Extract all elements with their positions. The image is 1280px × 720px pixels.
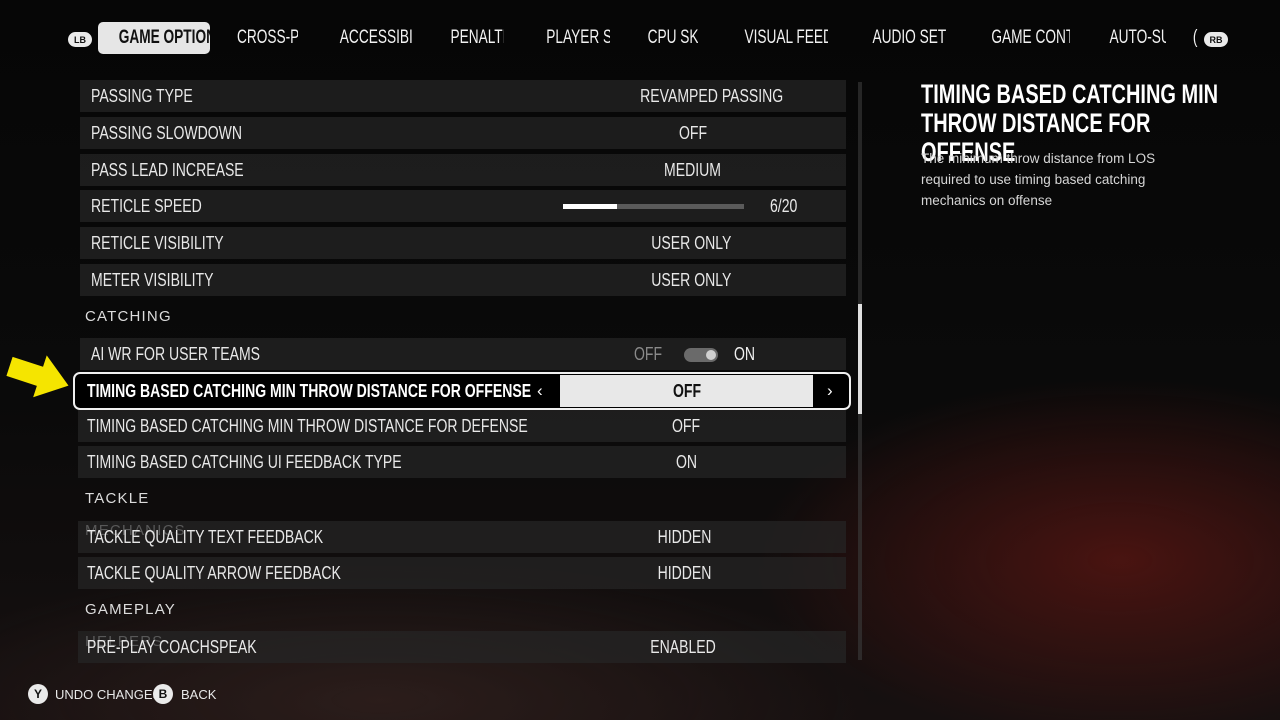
lb-bumper-icon[interactable]: LB	[68, 32, 92, 47]
list-scrollbar[interactable]	[858, 82, 862, 660]
setting-value: OFF	[560, 375, 813, 407]
tab-cpu-skill[interactable]: CPU SKILL	[634, 22, 698, 54]
setting-value: HIDDEN	[658, 563, 712, 583]
tab-cross-play[interactable]: CROSS-PLAY	[220, 22, 298, 54]
setting-label: TACKLE QUALITY ARROW FEEDBACK	[87, 563, 341, 583]
setting-row-ai-wr[interactable]: AI WR FOR USER TEAMS OFF ON	[80, 338, 846, 370]
setting-label: TIMING BASED CATCHING MIN THROW DISTANCE…	[87, 381, 532, 401]
setting-value: ON	[675, 452, 697, 472]
tab-visual-feedback[interactable]: VISUAL FEEDBACK	[720, 22, 828, 54]
setting-value: REVAMPED PASSING	[640, 86, 784, 106]
tab-game-controls[interactable]: GAME CONTROLS	[968, 22, 1070, 54]
tab-overflow[interactable]: (	[1188, 22, 1202, 54]
setting-row-tbc-defense[interactable]: TIMING BASED CATCHING MIN THROW DISTANCE…	[78, 410, 846, 442]
detail-description: The minimum throw distance from LOS requ…	[921, 151, 1156, 208]
section-header-gameplay-helpers: GAMEPLAY HELPERS	[85, 601, 176, 650]
setting-label: PRE-PLAY COACHSPEAK	[87, 637, 257, 657]
toggle-knob	[706, 350, 716, 360]
section-header-catching: CATCHING	[85, 308, 172, 325]
setting-row-pass-lead-increase[interactable]: PASS LEAD INCREASE MEDIUM	[80, 154, 846, 186]
setting-value: USER ONLY	[650, 233, 732, 253]
setting-row-tbc-offense-selected[interactable]: TIMING BASED CATCHING MIN THROW DISTANCE…	[73, 372, 851, 410]
setting-label: PASS LEAD INCREASE	[91, 160, 244, 180]
b-button-icon[interactable]: B	[153, 684, 173, 704]
setting-row-tbc-ui-feedback[interactable]: TIMING BASED CATCHING UI FEEDBACK TYPE O…	[78, 446, 846, 478]
setting-row-meter-visibility[interactable]: METER VISIBILITY USER ONLY	[80, 264, 846, 296]
tab-game-options[interactable]: GAME OPTIONS	[98, 22, 210, 54]
back-label[interactable]: BACK	[181, 687, 216, 702]
tab-auto-subs[interactable]: AUTO-SUBS	[1094, 22, 1166, 54]
rb-bumper-icon[interactable]: RB	[1204, 32, 1228, 47]
top-nav: LB GAME OPTIONS CROSS-PLAY ACCESSIBILITY…	[0, 22, 1280, 56]
setting-row-tackle-arrow-feedback[interactable]: TACKLE QUALITY ARROW FEEDBACK HIDDEN	[78, 557, 846, 589]
ai-wr-toggle[interactable]: OFF ON	[634, 338, 764, 370]
setting-label: TIMING BASED CATCHING UI FEEDBACK TYPE	[87, 452, 402, 472]
toggle-track	[684, 348, 718, 362]
setting-label: AI WR FOR USER TEAMS	[91, 344, 261, 364]
tab-player-skill[interactable]: PLAYER SKILL	[528, 22, 610, 54]
y-button-icon[interactable]: Y	[28, 684, 48, 704]
tab-audio-settings[interactable]: AUDIO SETTINGS	[850, 22, 946, 54]
tab-accessibility[interactable]: ACCESSIBILITY	[320, 22, 412, 54]
setting-label: PASSING TYPE	[91, 86, 193, 106]
yellow-arrow-icon	[6, 355, 69, 398]
setting-label: RETICLE SPEED	[91, 196, 202, 216]
section-header-tackle-mechanics: TACKLE MECHANICS	[85, 490, 185, 539]
slider-fill	[563, 204, 618, 209]
setting-value: ENABLED	[650, 637, 716, 657]
setting-label: METER VISIBILITY	[91, 270, 214, 290]
setting-label: TIMING BASED CATCHING MIN THROW DISTANCE…	[87, 416, 528, 436]
setting-value: HIDDEN	[658, 527, 712, 547]
chevron-left-icon[interactable]: ‹	[537, 374, 543, 408]
scrollbar-thumb[interactable]	[858, 304, 862, 414]
setting-row-tackle-text-feedback[interactable]: TACKLE QUALITY TEXT FEEDBACK HIDDEN	[78, 521, 846, 553]
setting-value: OFF	[671, 416, 701, 436]
undo-changes-label[interactable]: UNDO CHANGES	[55, 687, 161, 702]
setting-label: RETICLE VISIBILITY	[91, 233, 224, 253]
setting-row-reticle-speed[interactable]: RETICLE SPEED 6/20	[80, 190, 846, 222]
setting-value: USER ONLY	[650, 270, 732, 290]
toggle-on-label: ON	[734, 344, 756, 364]
setting-label: PASSING SLOWDOWN	[91, 123, 243, 143]
setting-row-passing-type[interactable]: PASSING TYPE REVAMPED PASSING	[80, 80, 846, 112]
toggle-off-label: OFF	[634, 344, 663, 364]
setting-row-pre-play-coachspeak[interactable]: PRE-PLAY COACHSPEAK ENABLED	[78, 631, 846, 663]
tab-penalties[interactable]: PENALTIES	[436, 22, 504, 54]
setting-row-passing-slowdown[interactable]: PASSING SLOWDOWN OFF	[80, 117, 846, 149]
chevron-right-icon[interactable]: ›	[827, 374, 833, 408]
setting-value: OFF	[678, 123, 707, 143]
reticle-speed-slider[interactable]	[563, 204, 744, 209]
setting-value: MEDIUM	[664, 160, 721, 180]
setting-label: TACKLE QUALITY TEXT FEEDBACK	[87, 527, 324, 547]
slider-value: 6/20	[770, 196, 798, 216]
setting-row-reticle-visibility[interactable]: RETICLE VISIBILITY USER ONLY	[80, 227, 846, 259]
